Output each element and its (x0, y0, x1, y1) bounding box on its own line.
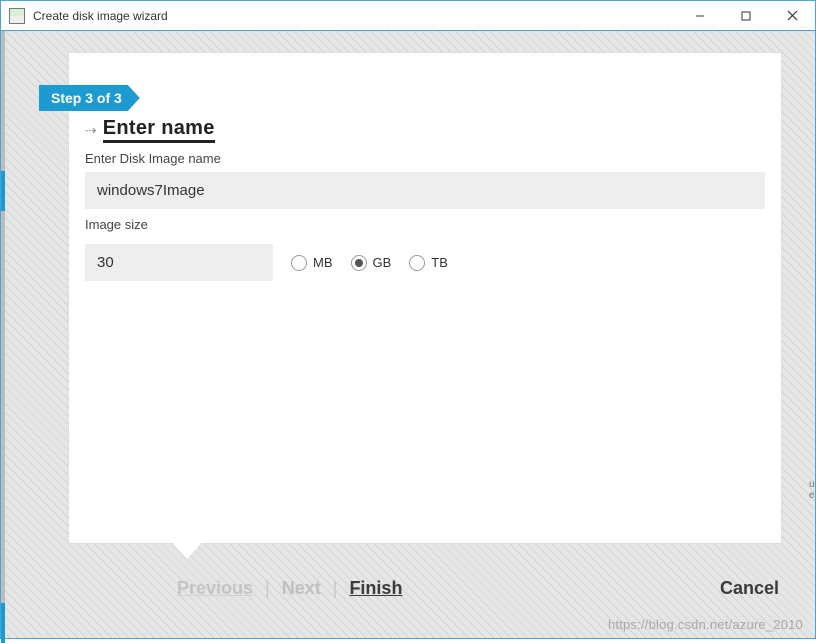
step-badge: Step 3 of 3 (39, 85, 140, 111)
finish-button[interactable]: Finish (349, 578, 402, 599)
size-field-label: Image size (85, 217, 765, 232)
nav-buttons: Previous | Next | Finish (37, 578, 720, 599)
close-button[interactable] (769, 1, 815, 30)
next-button[interactable]: Next (282, 578, 321, 599)
panel-pointer-icon (171, 541, 203, 559)
unit-label-gb: GB (373, 255, 392, 270)
maximize-button[interactable] (723, 1, 769, 30)
unit-radio-mb[interactable]: MB (291, 255, 333, 271)
window-title: Create disk image wizard (33, 9, 168, 23)
left-accent (1, 31, 5, 638)
size-row: MB GB TB (85, 244, 765, 281)
wizard-backdrop: Step 3 of 3 ⇢ Enter name Enter Disk Imag… (1, 31, 815, 638)
unit-label-mb: MB (313, 255, 333, 270)
heading-row: ⇢ Enter name (85, 117, 765, 143)
nav-separator: | (265, 578, 270, 599)
previous-button[interactable]: Previous (177, 578, 253, 599)
page-title: Enter name (103, 117, 215, 143)
radio-dot-icon (291, 255, 307, 271)
image-size-input[interactable] (85, 244, 273, 281)
heading-arrow-icon: ⇢ (85, 122, 97, 139)
unit-radio-tb[interactable]: TB (409, 255, 448, 271)
nav-separator: | (333, 578, 338, 599)
wizard-panel: Step 3 of 3 ⇢ Enter name Enter Disk Imag… (69, 53, 781, 543)
minimize-button[interactable] (677, 1, 723, 30)
unit-label-tb: TB (431, 255, 448, 270)
wizard-window: Create disk image wizard Step 3 of 3 ⇢ E… (0, 0, 816, 639)
cancel-button[interactable]: Cancel (720, 578, 779, 599)
disk-image-name-input[interactable] (85, 172, 765, 209)
radio-dot-icon (351, 255, 367, 271)
name-field-label: Enter Disk Image name (85, 151, 765, 166)
panel-content: ⇢ Enter name Enter Disk Image name Image… (69, 53, 781, 297)
unit-radio-gb[interactable]: GB (351, 255, 392, 271)
watermark: https://blog.csdn.net/azure_2010 (608, 617, 803, 632)
radio-dot-icon (409, 255, 425, 271)
app-icon (9, 8, 25, 24)
background-peek: ue (809, 479, 815, 549)
titlebar: Create disk image wizard (1, 1, 815, 31)
